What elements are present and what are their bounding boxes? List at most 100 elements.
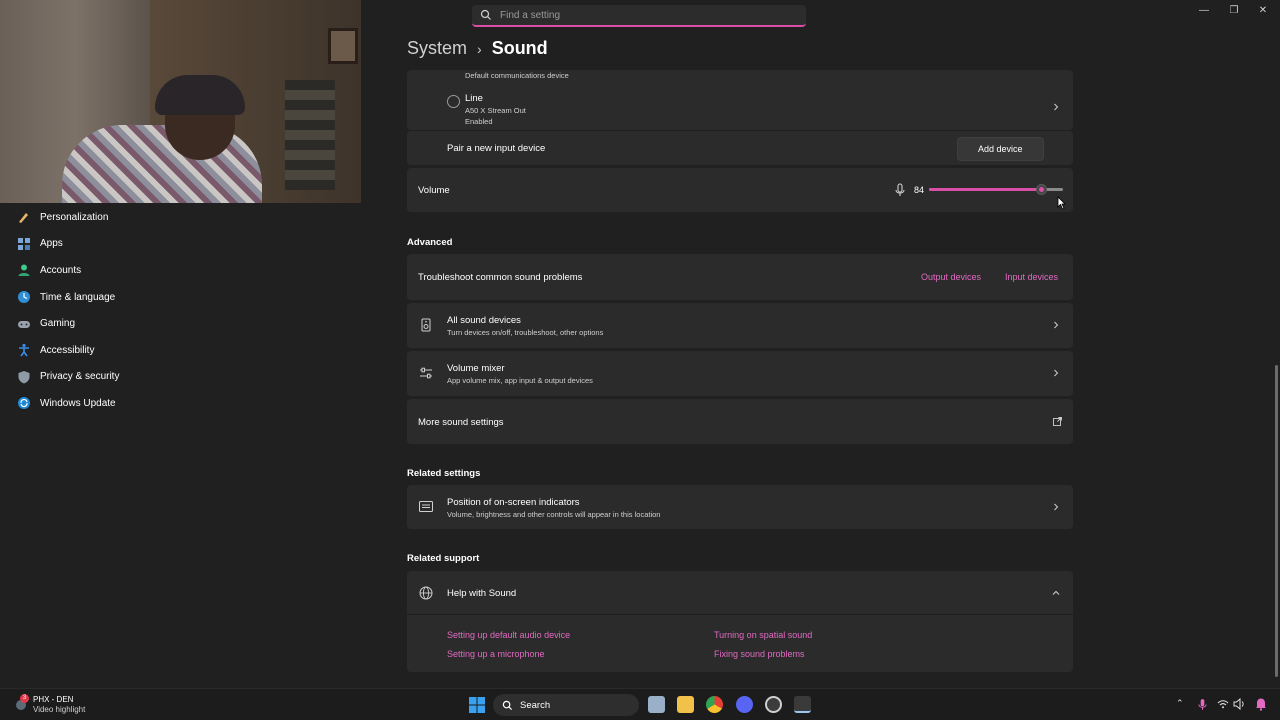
- open-external-icon: [1053, 417, 1062, 426]
- help-with-sound-header[interactable]: Help with Sound: [407, 571, 1073, 615]
- help-link[interactable]: Fixing sound problems: [714, 649, 805, 659]
- help-link[interactable]: Setting up default audio device: [447, 630, 570, 640]
- accessibility-icon: [17, 343, 31, 357]
- minimize-button[interactable]: —: [1197, 4, 1211, 18]
- accounts-icon: [17, 263, 31, 277]
- sidebar-item-label: Gaming: [40, 318, 76, 330]
- sidebar-item-label: Time & language: [40, 291, 116, 303]
- shield-icon: [17, 370, 31, 384]
- chevron-right-icon: [1054, 103, 1059, 111]
- output-devices-link[interactable]: Output devices: [921, 272, 981, 282]
- sidebar-item-privacy-security[interactable]: Privacy & security: [0, 364, 260, 391]
- search-input[interactable]: [500, 9, 780, 21]
- apps-icon: [17, 237, 31, 251]
- input-devices-link[interactable]: Input devices: [1005, 272, 1058, 282]
- globe-clock-icon: [17, 290, 31, 304]
- scrollbar[interactable]: [1275, 365, 1278, 677]
- taskbar-search-label: Search: [520, 699, 551, 711]
- chevron-up-icon: [1052, 590, 1060, 595]
- help-link[interactable]: Turning on spatial sound: [714, 630, 812, 640]
- globe-icon: [419, 586, 433, 600]
- section-advanced: Advanced: [407, 237, 453, 248]
- chevron-right-icon: [1054, 369, 1059, 377]
- help-with-sound-title: Help with Sound: [447, 588, 517, 599]
- taskbar-search[interactable]: Search: [493, 694, 639, 716]
- sidebar-item-personalization[interactable]: Personalization: [0, 204, 260, 231]
- help-with-sound-card: Help with Sound Setting up default audio…: [407, 571, 1073, 672]
- sidebar-item-label: Privacy & security: [40, 371, 120, 383]
- notification-bell-icon[interactable]: [1255, 697, 1267, 711]
- microphone-icon[interactable]: [1198, 698, 1207, 711]
- sidebar-item-gaming[interactable]: Gaming: [0, 310, 260, 337]
- update-icon: [17, 396, 31, 410]
- widget-title: PHX - DEN: [33, 695, 74, 704]
- section-related-settings: Related settings: [407, 468, 481, 479]
- weather-widget[interactable]: PHX - DEN Video highlight: [33, 695, 85, 714]
- notification-badge: 3: [20, 694, 29, 703]
- sidebar-item-time-language[interactable]: Time & language: [0, 284, 260, 311]
- add-device-button[interactable]: Add device: [957, 137, 1044, 161]
- file-explorer-icon[interactable]: [677, 696, 694, 713]
- controller-icon: [17, 317, 31, 331]
- weather-widget-icon[interactable]: 3: [14, 694, 29, 712]
- device-radio[interactable]: [447, 95, 460, 108]
- windows-start-icon[interactable]: [469, 697, 485, 713]
- sidebar-item-accounts[interactable]: Accounts: [0, 257, 260, 284]
- device-status: Enabled: [465, 117, 493, 126]
- task-view-icon[interactable]: [648, 696, 665, 713]
- sidebar-item-windows-update[interactable]: Windows Update: [0, 390, 260, 417]
- webcam-person-hat: [155, 75, 245, 115]
- brush-icon: [17, 210, 31, 224]
- chevron-up-icon[interactable]: ⌃: [1176, 698, 1184, 709]
- volume-slider[interactable]: [929, 182, 1063, 198]
- app-icon[interactable]: [765, 696, 782, 713]
- all-sound-devices-subtitle: Turn devices on/off, troubleshoot, other…: [447, 328, 604, 337]
- sidebar-item-label: Apps: [40, 238, 63, 250]
- sidebar-item-label: Accounts: [40, 264, 82, 276]
- chevron-right-icon: [1054, 503, 1059, 511]
- more-sound-settings-row[interactable]: More sound settings: [407, 399, 1073, 444]
- volume-mixer-title: Volume mixer: [447, 363, 505, 374]
- mixer-icon: [420, 367, 432, 379]
- help-link[interactable]: Setting up a microphone: [447, 649, 545, 659]
- more-sound-settings-label: More sound settings: [418, 417, 504, 428]
- input-device-list: Default communications device Line A50 X…: [407, 70, 1073, 130]
- section-related-support: Related support: [407, 553, 480, 564]
- troubleshoot-label: Troubleshoot common sound problems: [418, 272, 583, 283]
- settings-search[interactable]: [472, 5, 806, 27]
- chevron-right-icon: ›: [477, 40, 482, 57]
- webcam-shelf: [285, 80, 335, 190]
- microphone-icon[interactable]: [895, 183, 905, 197]
- sidebar-item-apps[interactable]: Apps: [0, 231, 260, 258]
- sidebar-item-label: Personalization: [40, 211, 109, 223]
- volume-label: Volume: [418, 185, 450, 196]
- breadcrumb-system[interactable]: System: [407, 38, 467, 59]
- onscreen-indicators-row[interactable]: Position of on-screen indicators Volume,…: [407, 485, 1073, 529]
- volume-icon[interactable]: [1233, 698, 1246, 710]
- slider-fill: [929, 188, 1042, 191]
- close-button[interactable]: ✕: [1256, 4, 1270, 18]
- all-sound-devices-row[interactable]: All sound devices Turn devices on/off, t…: [407, 303, 1073, 348]
- webcam-overlay: [0, 0, 361, 203]
- wifi-icon[interactable]: [1217, 699, 1229, 709]
- onscreen-indicators-title: Position of on-screen indicators: [447, 497, 580, 508]
- onscreen-indicators-subtitle: Volume, brightness and other controls wi…: [447, 510, 661, 519]
- device-detail: A50 X Stream Out: [465, 106, 526, 115]
- device-name: Line: [465, 93, 483, 104]
- breadcrumb: System › Sound: [407, 38, 548, 59]
- chrome-icon[interactable]: [706, 696, 723, 713]
- line-device-row[interactable]: Line A50 X Stream Out Enabled: [407, 84, 1073, 130]
- discord-icon[interactable]: [736, 696, 753, 713]
- webcam-picture-frame: [328, 28, 358, 64]
- maximize-button[interactable]: ❐: [1227, 4, 1241, 18]
- slider-thumb[interactable]: [1036, 184, 1047, 195]
- search-icon: [502, 700, 513, 710]
- settings-gear-icon[interactable]: [794, 696, 811, 713]
- taskbar: 3 PHX - DEN Video highlight Search ⌃: [0, 688, 1280, 720]
- volume-mixer-row[interactable]: Volume mixer App volume mix, app input &…: [407, 351, 1073, 396]
- input-volume-row: Volume 84: [407, 168, 1073, 212]
- sidebar-item-accessibility[interactable]: Accessibility: [0, 337, 260, 364]
- search-icon: [480, 9, 491, 20]
- speaker-icon: [421, 318, 431, 332]
- device-subtitle: Default communications device: [465, 71, 569, 80]
